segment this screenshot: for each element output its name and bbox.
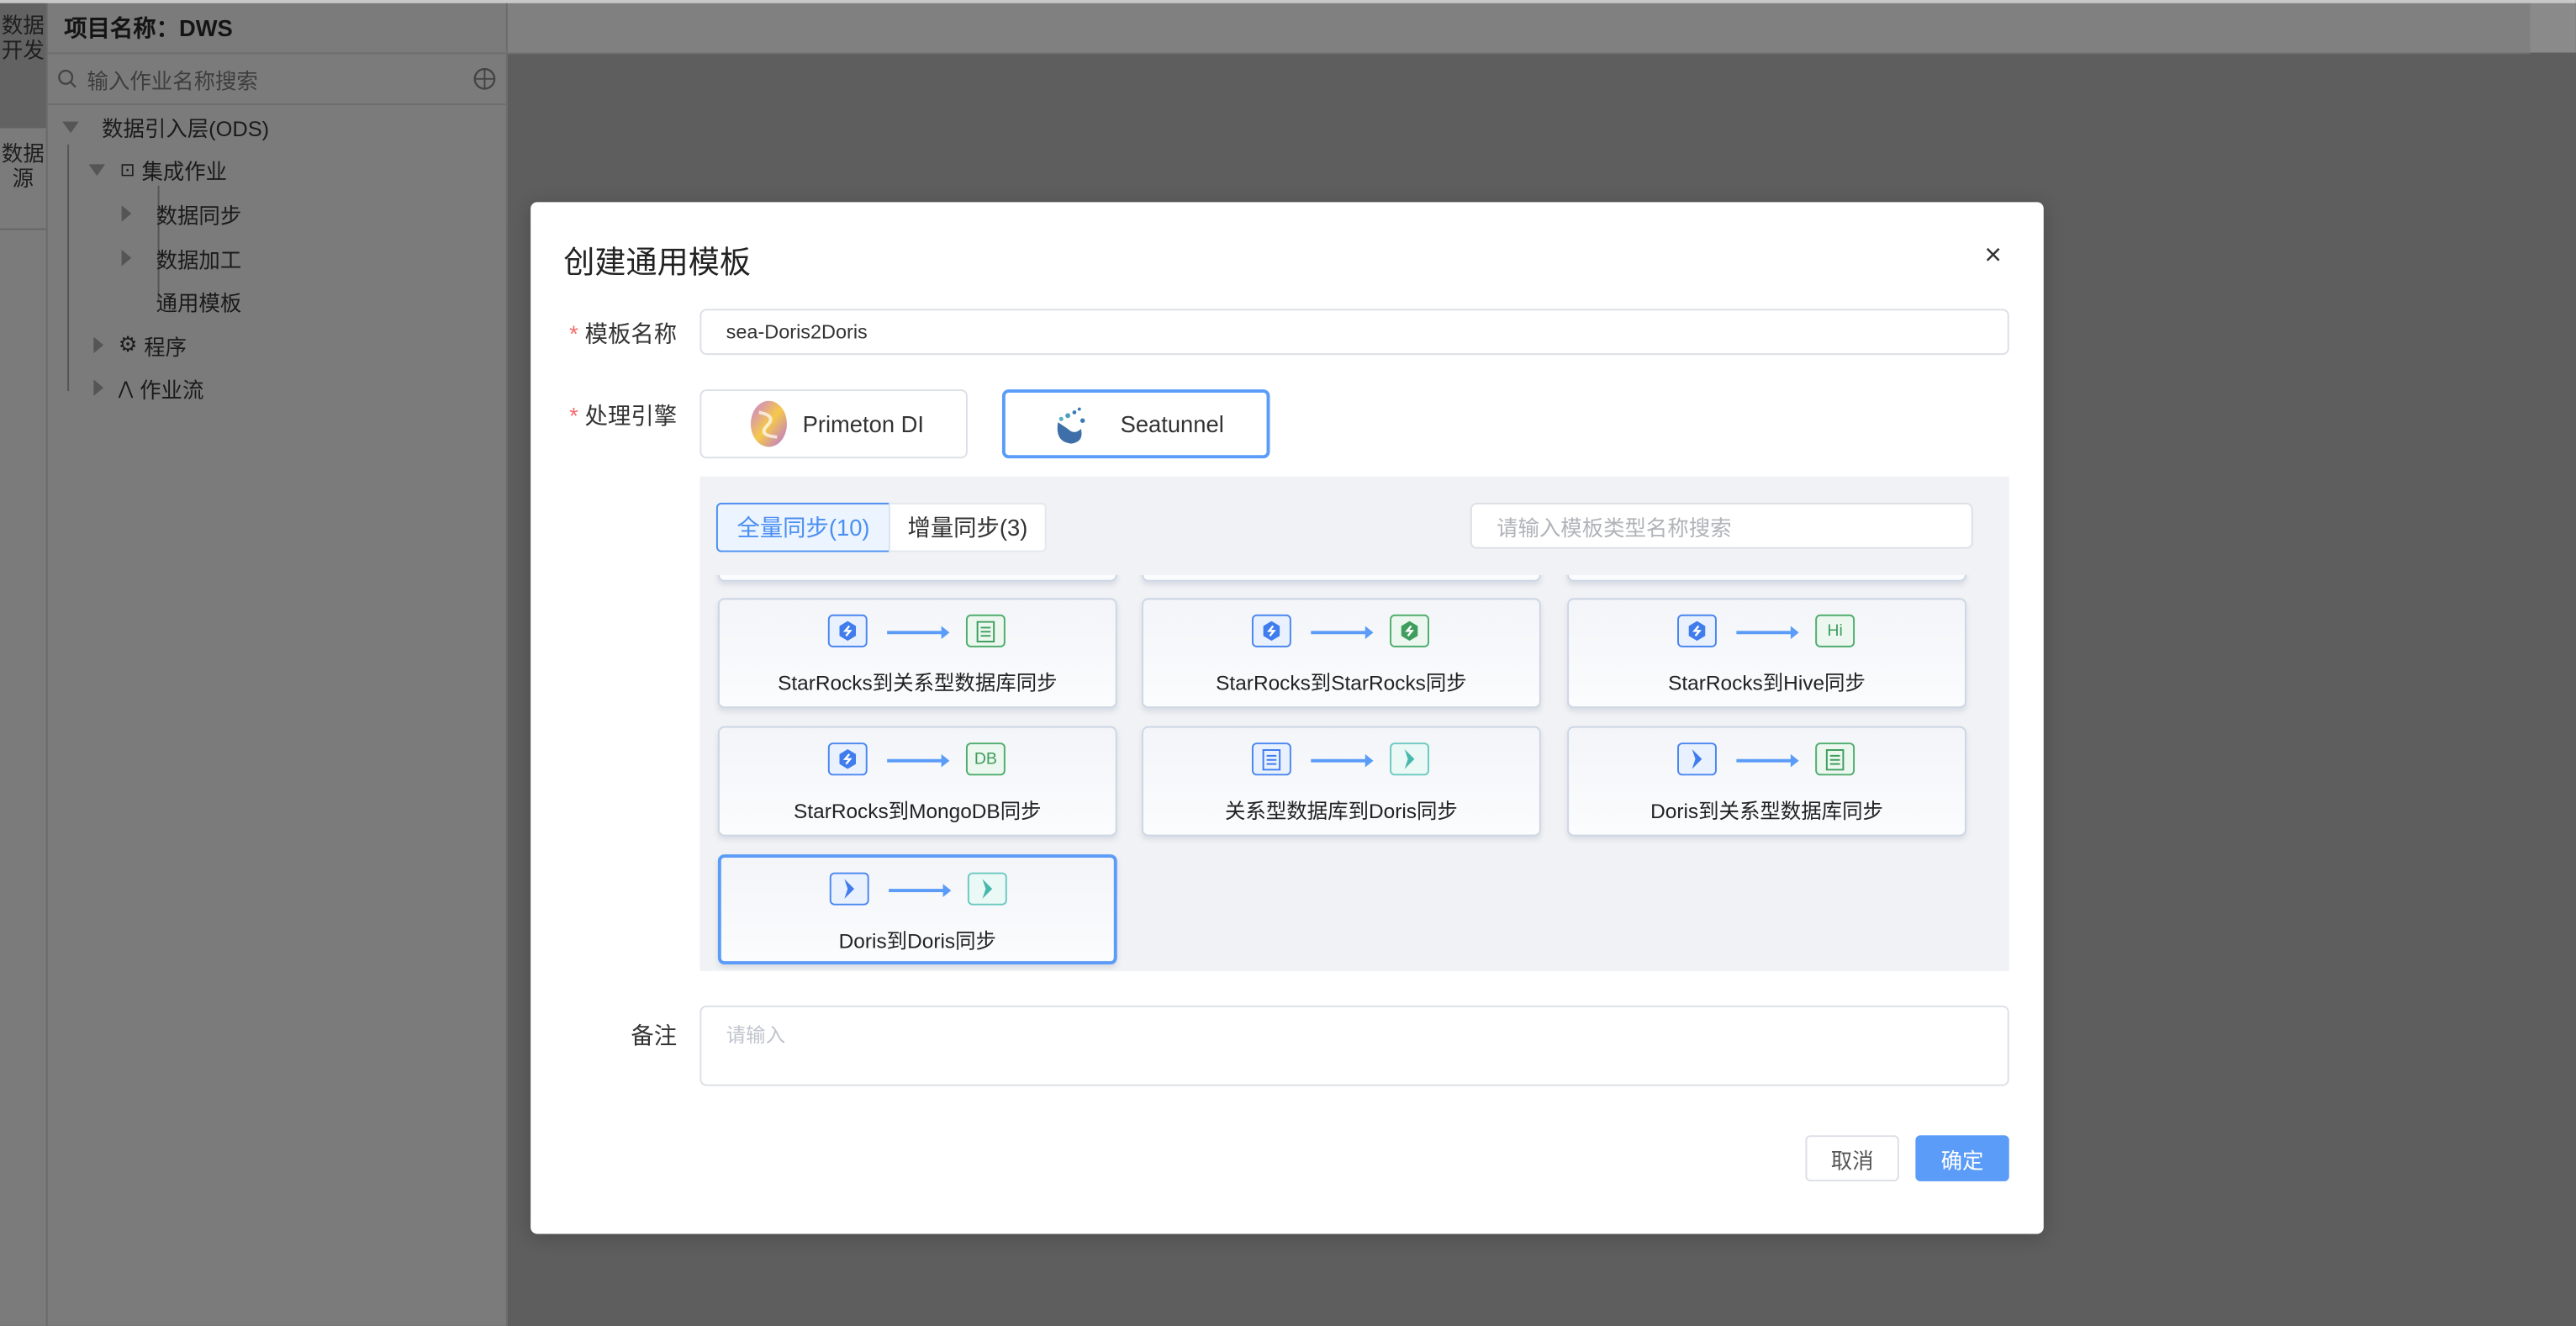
expand-icon[interactable] — [89, 163, 106, 175]
tree-label: 数据引入层(ODS) — [102, 111, 269, 142]
engine-primeton-di[interactable]: Primeton DI — [699, 389, 968, 458]
hive-icon: Hi — [1815, 615, 1855, 647]
tree-item-integration[interactable]: ⊡ 集成作业 — [89, 153, 228, 186]
starrocks-icon — [1252, 615, 1291, 647]
tree-label: 数据同步 — [156, 198, 242, 229]
arrow-right-icon — [1311, 759, 1370, 763]
template-card-hidden[interactable] — [1142, 575, 1541, 582]
close-icon[interactable]: × — [1984, 238, 2002, 272]
doris-icon — [830, 873, 869, 906]
tree-label: 作业流 — [140, 372, 203, 404]
tree-label: 集成作业 — [141, 154, 227, 185]
tree-item-ods[interactable]: 数据引入层(ODS) — [62, 110, 269, 143]
template-panel: 全量同步(10) 增量同步(3) 请输入模板类型名称搜索 StarRocks到关… — [699, 477, 2009, 971]
remark-label: 备注 — [558, 1018, 677, 1051]
tree-item-data-process[interactable]: 数据加工 — [122, 241, 242, 274]
template-card-hidden[interactable] — [1567, 575, 1966, 582]
locate-icon[interactable] — [473, 67, 496, 90]
seatunnel-logo-icon — [1048, 399, 1098, 449]
template-card-label: Doris到Doris同步 — [721, 923, 1114, 954]
template-card[interactable]: StarRocks到关系型数据库同步 — [718, 598, 1117, 708]
starrocks-icon — [1390, 615, 1429, 647]
tab-full-sync[interactable]: 全量同步(10) — [716, 503, 890, 552]
expand-icon[interactable] — [122, 250, 132, 267]
rdb-icon — [966, 615, 1006, 647]
rdb-icon — [1252, 742, 1291, 775]
template-card[interactable]: Doris到Doris同步 — [718, 854, 1117, 964]
nav-tab-data-dev[interactable]: 数据开发 — [0, 3, 46, 129]
mongodb-icon: DB — [966, 742, 1006, 775]
engine-label-text: Primeton DI — [803, 411, 924, 437]
starrocks-icon — [1677, 615, 1717, 647]
project-title: 项目名称：DWS — [48, 3, 506, 55]
left-nav-strip: 数据开发 数据源 — [0, 3, 48, 1326]
template-card-label: 关系型数据库到Doris同步 — [1143, 794, 1539, 825]
template-card-label: StarRocks到Hive同步 — [1569, 665, 1965, 696]
expand-icon[interactable] — [62, 121, 79, 133]
template-card-hidden[interactable] — [718, 575, 1117, 582]
job-search-input[interactable]: 输入作业名称搜索 — [87, 63, 473, 94]
sidebar: 项目名称：DWS 输入作业名称搜索 数据引入层(ODS) ⊡集成作业 数据同步 … — [48, 3, 508, 1326]
cancel-button[interactable]: 取消 — [1805, 1135, 1898, 1181]
expand-icon[interactable] — [93, 337, 103, 354]
template-card[interactable]: Hi StarRocks到Hive同步 — [1567, 598, 1966, 708]
main-toolbar — [508, 3, 2530, 55]
doris-icon — [968, 873, 1007, 906]
tab-incremental-sync[interactable]: 增量同步(3) — [889, 503, 1047, 552]
create-template-dialog: 创建通用模板 × *模板名称 sea-Doris2Doris *处理引擎 Pri… — [531, 202, 2044, 1234]
remark-textarea[interactable]: 请输入 — [699, 1006, 2009, 1086]
template-card-label: Doris到关系型数据库同步 — [1569, 794, 1965, 825]
confirm-button[interactable]: 确定 — [1915, 1135, 2009, 1181]
doris-icon — [1677, 742, 1717, 775]
tree-label: 程序 — [144, 330, 187, 361]
right-panel-strip — [2530, 3, 2576, 53]
doris-icon — [1390, 742, 1429, 775]
template-card[interactable]: 关系型数据库到Doris同步 — [1142, 726, 1541, 837]
nav-tab-datasource[interactable]: 数据源 — [0, 131, 46, 230]
tree-item-data-sync[interactable]: 数据同步 — [122, 197, 242, 230]
template-card[interactable]: Doris到关系型数据库同步 — [1567, 726, 1966, 837]
arrow-right-icon — [1736, 631, 1795, 634]
job-search[interactable]: 输入作业名称搜索 — [48, 54, 506, 105]
starrocks-icon — [828, 742, 868, 775]
workflow-icon: ⋀ — [119, 377, 134, 398]
arrow-right-icon — [1736, 759, 1795, 763]
template-card-label: StarRocks到StarRocks同步 — [1143, 665, 1539, 696]
expand-icon[interactable] — [122, 205, 132, 222]
template-card-list[interactable]: StarRocks到关系型数据库同步 StarRocks到StarRocks同步 H… — [699, 575, 2009, 971]
dialog-title: 创建通用模板 — [563, 238, 751, 283]
rdb-icon — [1815, 742, 1855, 775]
tree-label: 通用模板 — [156, 285, 242, 316]
template-card-label: StarRocks到MongoDB同步 — [720, 794, 1116, 825]
tree-label: 数据加工 — [156, 242, 242, 273]
template-name-label: *模板名称 — [558, 317, 677, 350]
app-screen: 数据开发 数据源 项目名称：DWS 输入作业名称搜索 数据引入层(ODS) ⊡ 集… — [0, 0, 2576, 1326]
tree-item-common-template[interactable]: 通用模板 — [156, 284, 242, 317]
integration-icon: ⊡ — [120, 159, 135, 180]
template-card[interactable]: DB StarRocks到MongoDB同步 — [718, 726, 1117, 837]
expand-icon[interactable] — [93, 379, 103, 396]
arrow-right-icon — [1311, 631, 1370, 634]
engine-seatunnel[interactable]: Seatunnel — [1002, 389, 1270, 458]
search-icon — [57, 69, 77, 88]
arrow-right-icon — [889, 889, 948, 892]
tree-item-program[interactable]: ⚙程序 — [93, 329, 187, 362]
tree-guide — [67, 145, 69, 391]
template-card[interactable]: StarRocks到StarRocks同步 — [1142, 598, 1541, 708]
tree-item-workflow[interactable]: ⋀ 作业流 — [93, 372, 203, 404]
arrow-right-icon — [887, 759, 946, 763]
template-search-input[interactable]: 请输入模板类型名称搜索 — [1470, 503, 1973, 549]
engine-label-text: Seatunnel — [1121, 411, 1224, 437]
arrow-right-icon — [887, 631, 946, 634]
primeton-logo-icon — [743, 399, 793, 449]
template-name-input[interactable]: sea-Doris2Doris — [699, 309, 2009, 355]
engine-label: *处理引擎 — [558, 399, 677, 432]
gear-icon: ⚙ — [119, 332, 138, 358]
starrocks-icon — [828, 615, 868, 647]
template-card-label: StarRocks到关系型数据库同步 — [720, 665, 1116, 696]
